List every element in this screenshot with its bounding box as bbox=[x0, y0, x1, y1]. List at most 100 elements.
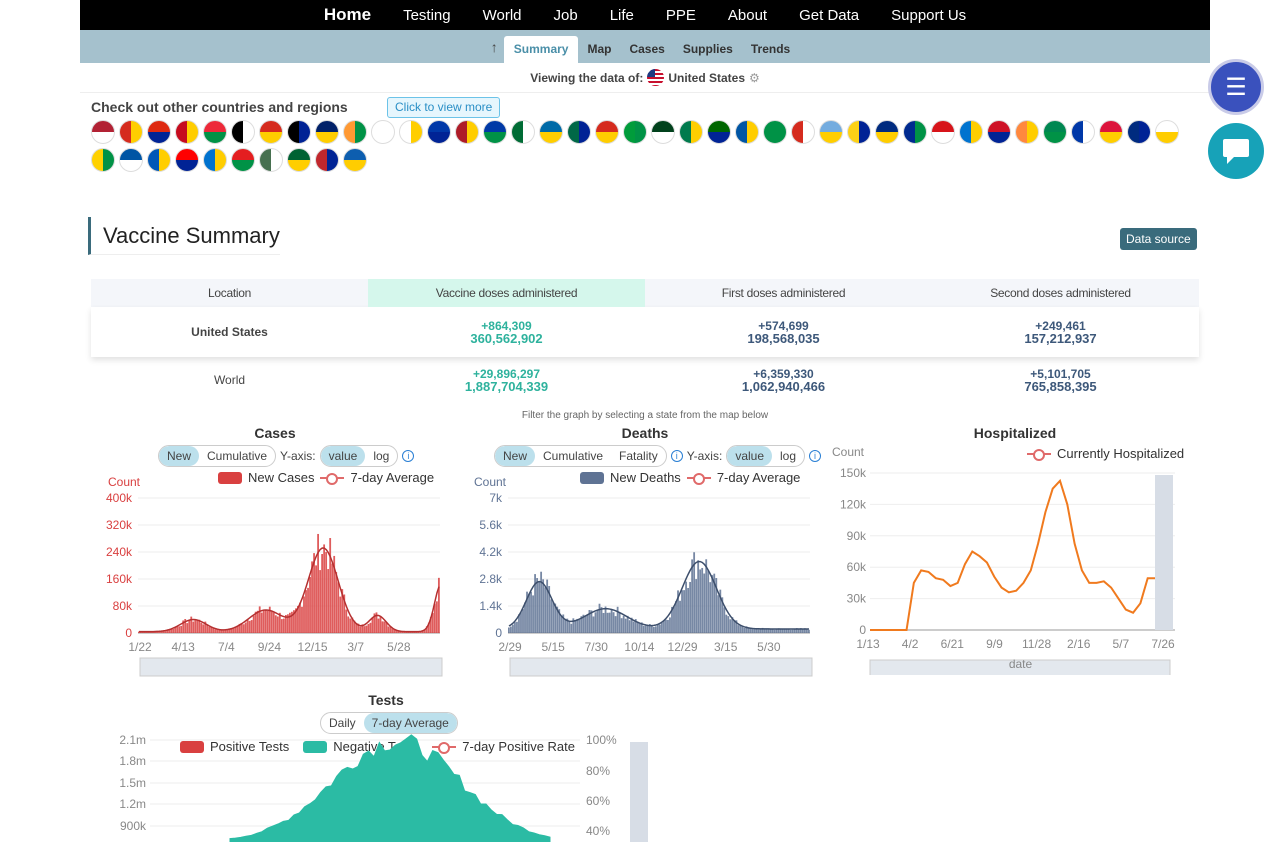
nav-about[interactable]: About bbox=[712, 7, 783, 24]
country-flag-icon[interactable] bbox=[203, 148, 227, 172]
chat-button[interactable] bbox=[1208, 123, 1264, 179]
country-flag-icon[interactable] bbox=[203, 120, 227, 144]
deaths-fatality-toggle[interactable]: Fatality bbox=[611, 446, 666, 466]
menu-button[interactable]: ☰ bbox=[1208, 59, 1264, 115]
country-flag-icon[interactable] bbox=[91, 148, 115, 172]
tab-trends[interactable]: Trends bbox=[742, 42, 799, 63]
tab-cases[interactable]: Cases bbox=[620, 42, 673, 63]
nav-ppe[interactable]: PPE bbox=[650, 7, 712, 24]
country-flag-icon[interactable] bbox=[1043, 120, 1067, 144]
country-flag-icon[interactable] bbox=[287, 120, 311, 144]
country-flag-icon[interactable] bbox=[231, 148, 255, 172]
country-flag-icon[interactable] bbox=[847, 120, 871, 144]
arrow-up-icon[interactable]: ↑ bbox=[491, 39, 498, 63]
country-flag-icon[interactable] bbox=[427, 120, 451, 144]
country-flag-icon[interactable] bbox=[819, 120, 843, 144]
cases-log-toggle[interactable]: log bbox=[365, 446, 397, 466]
nav-home[interactable]: Home bbox=[308, 5, 387, 25]
country-flag-icon[interactable] bbox=[1127, 120, 1151, 144]
country-flag-icon[interactable] bbox=[287, 148, 311, 172]
bar bbox=[725, 614, 728, 633]
header-second-doses[interactable]: Second doses administered bbox=[922, 279, 1199, 307]
country-flag-icon[interactable] bbox=[91, 120, 115, 144]
data-source-button[interactable]: Data source bbox=[1120, 228, 1197, 250]
nav-get-data[interactable]: Get Data bbox=[783, 7, 875, 24]
country-flag-icon[interactable] bbox=[259, 148, 283, 172]
tests-chart[interactable]: 2.1m 1.8m 1.5m 1.2m 900k 100% 80% 60% 40% bbox=[100, 728, 660, 842]
table-row[interactable]: United States +864,309 360,562,902 +574,6… bbox=[91, 307, 1199, 357]
deaths-log-toggle[interactable]: log bbox=[772, 446, 804, 466]
bar bbox=[196, 619, 199, 633]
country-flag-icon[interactable] bbox=[1015, 120, 1039, 144]
x-tick-label: 5/7 bbox=[1113, 637, 1130, 651]
nav-job[interactable]: Job bbox=[538, 7, 594, 24]
country-flag-icon[interactable] bbox=[371, 120, 395, 144]
bar bbox=[188, 620, 191, 633]
country-flag-icon[interactable] bbox=[931, 120, 955, 144]
nav-life[interactable]: Life bbox=[594, 7, 650, 24]
country-flag-icon[interactable] bbox=[175, 148, 199, 172]
x-tick-label: 4/13 bbox=[171, 640, 195, 654]
country-flag-icon[interactable] bbox=[567, 120, 591, 144]
country-flag-icon[interactable] bbox=[511, 120, 535, 144]
country-flag-icon[interactable] bbox=[259, 120, 283, 144]
country-flag-icon[interactable] bbox=[119, 148, 143, 172]
country-flag-icon[interactable] bbox=[959, 120, 983, 144]
country-flag-icon[interactable] bbox=[707, 120, 731, 144]
country-flag-icon[interactable] bbox=[875, 120, 899, 144]
cases-value-toggle[interactable]: value bbox=[320, 446, 366, 466]
info-icon[interactable]: i bbox=[402, 450, 415, 462]
nav-world[interactable]: World bbox=[467, 7, 538, 24]
header-doses[interactable]: Vaccine doses administered bbox=[368, 279, 645, 307]
viewing-label: Viewing the data of: bbox=[530, 70, 644, 85]
country-flag-icon[interactable] bbox=[539, 120, 563, 144]
country-flag-icon[interactable] bbox=[119, 120, 143, 144]
country-flag-icon[interactable] bbox=[623, 120, 647, 144]
country-flag-icon[interactable] bbox=[903, 120, 927, 144]
cases-chart[interactable]: Count 400k 320k 240k 160k 80k 01/22 4/13 7/4 9/24… bbox=[100, 475, 460, 680]
view-more-button[interactable]: Click to view more bbox=[387, 97, 501, 118]
country-flag-icon[interactable] bbox=[231, 120, 255, 144]
nav-support-us[interactable]: Support Us bbox=[875, 7, 982, 24]
country-flag-icon[interactable] bbox=[315, 120, 339, 144]
deaths-chart[interactable]: Count 7k 5.6k 4.2k 2.8k 1.4k 02/29 5/15 7/30 10/1… bbox=[470, 475, 830, 680]
country-flag-icon[interactable] bbox=[343, 120, 367, 144]
country-flag-icon[interactable] bbox=[595, 120, 619, 144]
country-flag-icon[interactable] bbox=[483, 120, 507, 144]
country-flag-icon[interactable] bbox=[791, 120, 815, 144]
country-flag-icon[interactable] bbox=[399, 120, 423, 144]
cases-cumulative-toggle[interactable]: Cumulative bbox=[199, 446, 275, 466]
viewing-country[interactable]: United States bbox=[668, 71, 745, 85]
tab-supplies[interactable]: Supplies bbox=[674, 42, 742, 63]
y-tick-label: 30k bbox=[847, 592, 867, 606]
country-flag-icon[interactable] bbox=[1155, 120, 1179, 144]
country-flag-icon[interactable] bbox=[679, 120, 703, 144]
country-flag-icon[interactable] bbox=[987, 120, 1011, 144]
cases-new-toggle[interactable]: New bbox=[159, 446, 200, 466]
tab-summary[interactable]: Summary bbox=[503, 36, 579, 63]
deaths-new-toggle[interactable]: New bbox=[495, 446, 536, 466]
info-icon[interactable]: i bbox=[809, 450, 822, 462]
country-flag-icon[interactable] bbox=[763, 120, 787, 144]
country-flag-icon[interactable] bbox=[1099, 120, 1123, 144]
deaths-cumulative-toggle[interactable]: Cumulative bbox=[535, 446, 611, 466]
country-flag-icon[interactable] bbox=[343, 148, 367, 172]
table-row[interactable]: World +29,896,297 1,887,704,339 +6,359,33… bbox=[91, 357, 1199, 403]
header-location[interactable]: Location bbox=[91, 279, 368, 307]
info-icon[interactable]: i bbox=[670, 450, 683, 462]
country-flag-icon[interactable] bbox=[147, 120, 171, 144]
bar bbox=[250, 620, 253, 633]
hosp-chart[interactable]: Count 150k 120k 90k 60k 30k 01/13 4/2 6/21 9/9 11/… bbox=[830, 445, 1200, 675]
country-flag-icon[interactable] bbox=[1071, 120, 1095, 144]
country-flag-icon[interactable] bbox=[315, 148, 339, 172]
header-first-doses[interactable]: First doses administered bbox=[645, 279, 922, 307]
country-flag-icon[interactable] bbox=[455, 120, 479, 144]
deaths-value-toggle[interactable]: value bbox=[727, 446, 772, 466]
country-flag-icon[interactable] bbox=[651, 120, 675, 144]
country-flag-icon[interactable] bbox=[735, 120, 759, 144]
gear-icon[interactable]: ⚙ bbox=[749, 71, 760, 85]
country-flag-icon[interactable] bbox=[175, 120, 199, 144]
tab-map[interactable]: Map bbox=[578, 42, 620, 63]
country-flag-icon[interactable] bbox=[147, 148, 171, 172]
nav-testing[interactable]: Testing bbox=[387, 7, 467, 24]
